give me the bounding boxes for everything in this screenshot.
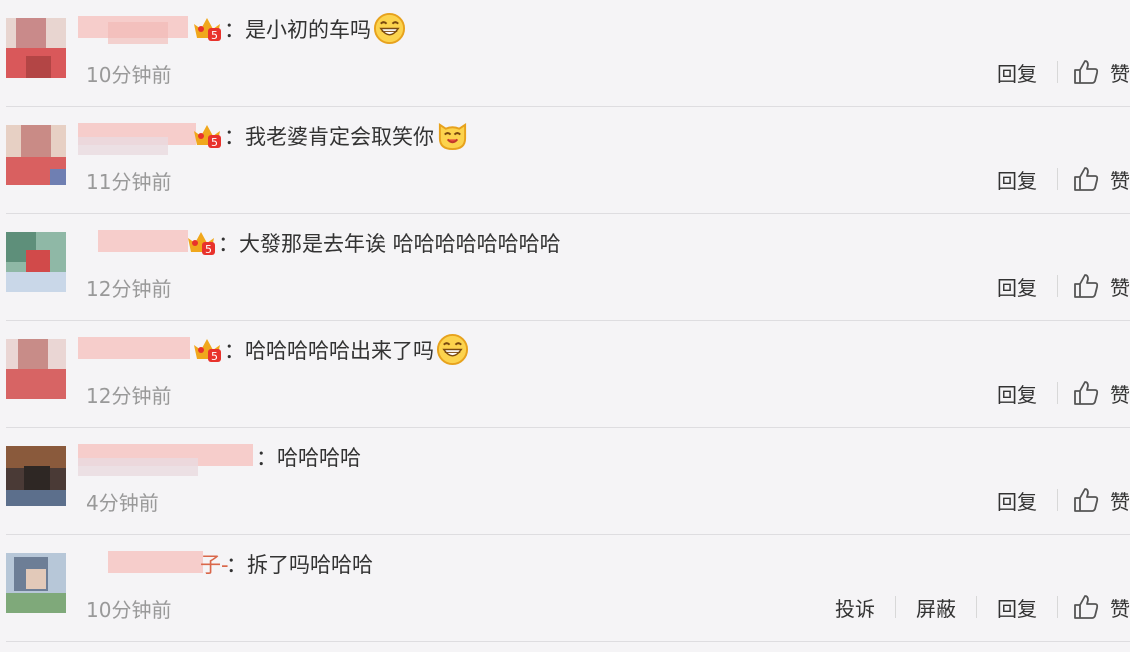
like-label: 赞 [1110, 275, 1130, 300]
divider [1057, 61, 1058, 83]
comment-item: 5 ：哈哈哈哈哈出来了吗 12分钟前 回复 赞 [6, 321, 1130, 428]
comment-time: 4分钟前 [86, 491, 159, 515]
svg-text:5: 5 [211, 136, 218, 149]
comment-time: 11分钟前 [86, 170, 172, 194]
svg-text:5: 5 [211, 29, 218, 42]
username-blurred[interactable] [78, 10, 206, 44]
thumbs-up-icon [1074, 595, 1099, 619]
thumbs-up-icon [1074, 381, 1099, 405]
username-blurred[interactable] [78, 117, 206, 155]
divider [1057, 382, 1058, 404]
comment-actions: 回复 赞 [991, 484, 1130, 516]
username-blurred[interactable] [78, 331, 206, 363]
divider [1057, 275, 1058, 297]
thumbs-up-icon [1074, 274, 1099, 298]
comment-actions: 回复 赞 [991, 56, 1130, 88]
like-label: 赞 [1110, 168, 1130, 193]
comment-text: ：哈哈哈哈哈出来了吗 [224, 333, 469, 369]
comment-list: 5 ：是小初的车吗 10分钟前 回复 赞 5 ：我老婆肯定会取笑你 11分钟前 … [0, 0, 1130, 642]
comment-actions: 投诉 屏蔽 回复 赞 [829, 591, 1130, 623]
svg-text:5: 5 [205, 243, 212, 256]
comment-time: 10分钟前 [86, 63, 172, 87]
svg-text:5: 5 [211, 350, 218, 363]
comment-item: 5 ：我老婆肯定会取笑你 11分钟前 回复 赞 [6, 107, 1130, 214]
comment-item: 5 ：是小初的车吗 10分钟前 回复 赞 [6, 0, 1130, 107]
thumbs-up-icon [1074, 488, 1099, 512]
reply-button[interactable]: 回复 [991, 165, 1043, 194]
divider [1057, 596, 1058, 618]
avatar[interactable] [6, 18, 66, 78]
comment-actions: 回复 赞 [991, 270, 1130, 302]
grin-emoji-icon [436, 333, 469, 365]
comment-actions: 回复 赞 [991, 163, 1130, 195]
like-button[interactable]: 赞 [1072, 165, 1130, 194]
like-label: 赞 [1110, 596, 1130, 621]
cat-emoji-icon [438, 122, 467, 150]
divider [1057, 489, 1058, 511]
divider [895, 596, 896, 618]
comment-time: 12分钟前 [86, 384, 172, 408]
like-button[interactable]: 赞 [1072, 272, 1130, 301]
avatar[interactable] [6, 446, 66, 506]
like-label: 赞 [1110, 489, 1130, 514]
comment-text: ：哈哈哈哈 [256, 446, 361, 470]
reply-button[interactable]: 回复 [991, 58, 1043, 87]
reply-button[interactable]: 回复 [991, 379, 1043, 408]
like-label: 赞 [1110, 61, 1130, 86]
avatar[interactable] [6, 232, 66, 292]
like-label: 赞 [1110, 382, 1130, 407]
comment-text: ：拆了吗哈哈哈 [226, 553, 373, 577]
like-button[interactable]: 赞 [1072, 379, 1130, 408]
comment-item: 子- ：拆了吗哈哈哈 10分钟前 投诉 屏蔽 回复 赞 [6, 535, 1130, 642]
avatar[interactable] [6, 339, 66, 399]
like-button[interactable]: 赞 [1072, 593, 1130, 622]
comment-time: 10分钟前 [86, 598, 172, 622]
vip-crown-icon: 5 [194, 339, 221, 363]
vip-crown-icon: 5 [194, 18, 221, 42]
avatar[interactable] [6, 553, 66, 613]
comment-actions: 回复 赞 [991, 377, 1130, 409]
like-button[interactable]: 赞 [1072, 486, 1130, 515]
username-suffix[interactable]: 子- [200, 549, 229, 579]
divider [976, 596, 977, 618]
reply-button[interactable]: 回复 [991, 486, 1043, 515]
thumbs-up-icon [1074, 167, 1099, 191]
like-button[interactable]: 赞 [1072, 58, 1130, 87]
comment-item: ：哈哈哈哈 4分钟前 回复 赞 [6, 428, 1130, 535]
comment-text: ：是小初的车吗 [224, 12, 406, 48]
comment-time: 12分钟前 [86, 277, 172, 301]
thumbs-up-icon [1074, 60, 1099, 84]
reply-button[interactable]: 回复 [991, 593, 1043, 622]
reply-button[interactable]: 回复 [991, 272, 1043, 301]
grin-emoji-icon [373, 12, 406, 44]
comment-text: ：大發那是去年诶 哈哈哈哈哈哈哈哈 [218, 232, 561, 256]
divider [1057, 168, 1058, 190]
vip-crown-icon: 5 [188, 232, 215, 256]
report-button[interactable]: 投诉 [829, 593, 881, 622]
comment-text: ：我老婆肯定会取笑你 [224, 121, 469, 155]
username-blurred[interactable] [78, 438, 258, 476]
comment-item: 5 ：大發那是去年诶 哈哈哈哈哈哈哈哈 12分钟前 回复 赞 [6, 214, 1130, 321]
block-button[interactable]: 屏蔽 [910, 593, 962, 622]
vip-crown-icon: 5 [194, 125, 221, 149]
avatar[interactable] [6, 125, 66, 185]
username-blurred[interactable] [78, 545, 206, 577]
